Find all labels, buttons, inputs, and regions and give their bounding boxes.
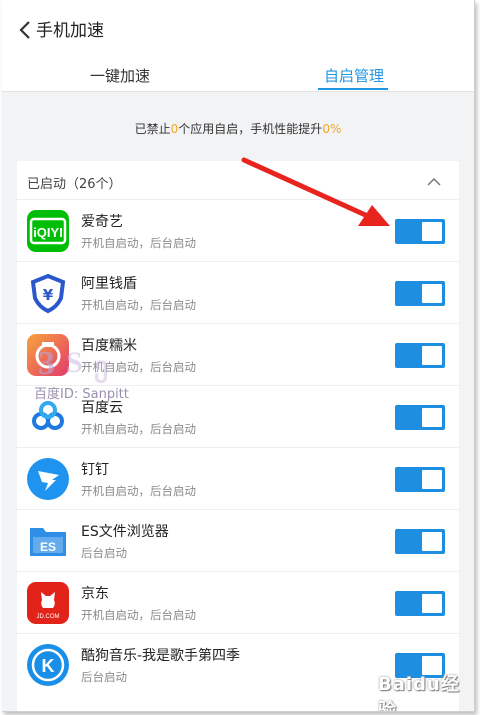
app-name: 钉钉 [81,462,109,478]
summary-prefix: 已禁止 [134,122,171,136]
svg-text:iQIYI: iQIYI [33,225,63,240]
iqiyi-icon: iQIYI [27,210,69,252]
app-status: 开机自启动，后台启动 [81,484,196,498]
toggle-knob [422,594,442,613]
dingtalk-icon [27,458,69,500]
toggle-knob [422,346,442,365]
svg-text:S: S [66,346,83,379]
app-name: ES文件浏览器 [81,524,169,540]
autostart-toggle[interactable] [395,467,445,492]
app-name: 阿里钱盾 [81,276,137,292]
section-header: 已启动（26个） [27,177,122,192]
summary-middle: 个应用自启，手机性能提升 [178,122,323,136]
autostart-toggle[interactable] [395,591,445,616]
page-title: 手机加速 [36,21,104,41]
toggle-knob [422,532,442,551]
summary-percent: 0% [322,122,342,136]
annotation-arrow-icon [241,157,390,226]
baidu-logo-text: Baidu经验 [378,674,460,712]
active-tab-indicator [318,88,388,90]
app-name: 爱奇艺 [81,214,123,230]
collapse-chevron-icon[interactable] [427,177,441,187]
list-item[interactable]: ¥ 阿里钱盾 开机自启动，后台启动 [17,261,459,324]
watermark-text: 百度ID: Sanpitt [34,387,129,402]
autostart-toggle[interactable] [395,219,445,244]
svg-text:ES: ES [40,540,56,554]
svg-text:¥: ¥ [43,286,54,304]
list-item[interactable]: 钉钉 开机自启动，后台启动 [17,447,459,510]
list-item[interactable]: ES ES文件浏览器 后台启动 [17,509,459,572]
app-status: 后台启动 [81,670,127,684]
app-status: 开机自启动，后台启动 [81,236,196,250]
kugou-icon: K [27,644,69,686]
autostart-list-card: 已启动（26个） iQIYI 爱奇艺 开机自启动，后台启动 ¥ 阿里钱盾 开机自… [17,161,459,711]
toggle-knob [422,284,442,303]
baidu-jingyan-watermark: Baidu经验 [370,668,470,711]
autostart-toggle[interactable] [395,343,445,368]
toggle-knob [422,408,442,427]
qiandun-shield-icon: ¥ [27,272,69,314]
tab-one-key-boost[interactable]: 一键加速 [90,65,150,86]
jd-icon: JD.COM [27,582,69,624]
list-item[interactable]: JD.COM 京东 开机自启动，后台启动 [17,571,459,634]
summary-text: 已禁止0个应用自启，手机性能提升0% [2,120,474,137]
es-folder-icon: ES [27,520,69,562]
autostart-toggle[interactable] [395,405,445,430]
app-status: 开机自启动，后台启动 [81,608,196,622]
svg-text:K: K [42,656,55,676]
app-name: 酷狗音乐-我是歌手第四季 [81,648,241,664]
app-name: 京东 [81,586,109,602]
svg-text:3: 3 [38,345,55,382]
toggle-knob [422,470,442,489]
autostart-toggle[interactable] [395,281,445,306]
app-status: 后台启动 [81,546,127,560]
toggle-knob [422,222,442,241]
app-status: 开机自启动，后台启动 [81,422,196,436]
autostart-toggle[interactable] [395,529,445,554]
top-bar: 手机加速 一键加速 自启管理 [2,0,474,92]
tab-autostart-manage[interactable]: 自启管理 [324,65,384,86]
svg-text:JD.COM: JD.COM [37,614,60,620]
app-window: 手机加速 一键加速 自启管理 已禁止0个应用自启，手机性能提升0% 已启动（26… [2,0,475,712]
app-status: 开机自启动，后台启动 [81,298,196,312]
svg-text:ე: ე [94,352,108,384]
